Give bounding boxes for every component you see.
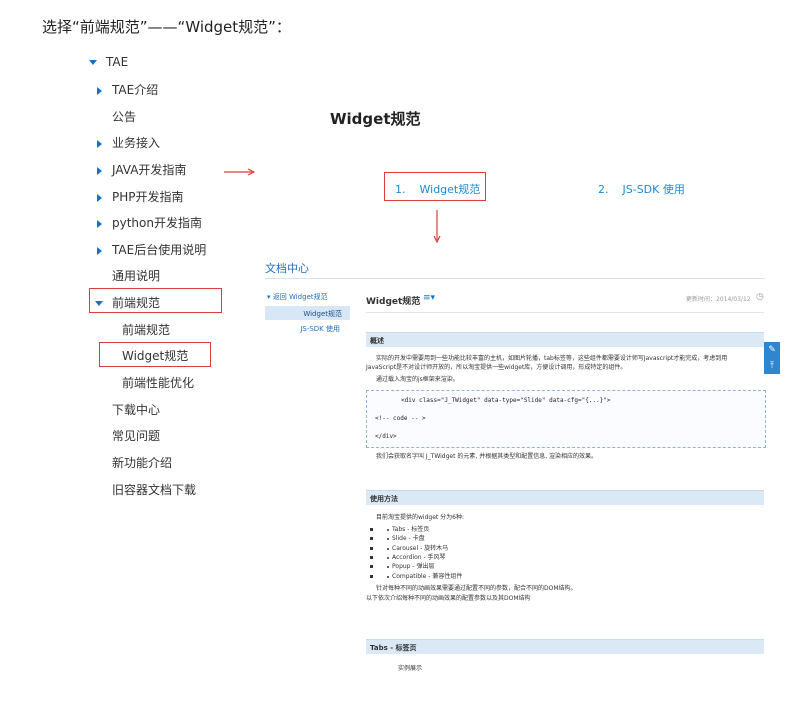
updated-time: 更新时间：2014/03/12 <box>686 296 751 303</box>
overview-text-2: JavaScript是不对设计师开放的，所以淘宝提供一些widget库，方便设计… <box>366 364 627 371</box>
tree-item-java[interactable]: JAVA开发指南 <box>97 161 186 178</box>
usage-after-2: 以下依次介绍每种不同的动画效果的配置参数以及其DOM结构 <box>366 595 531 602</box>
tree-item-python[interactable]: python开发指南 <box>97 214 202 231</box>
caret-right-icon <box>97 219 102 228</box>
tree-item-general[interactable]: 通用说明 <box>112 267 160 284</box>
tree-item-download[interactable]: 下载中心 <box>112 401 160 418</box>
tree-subitem-frontend-spec[interactable]: 前端规范 <box>122 321 170 338</box>
doc-title: Widget规范 <box>366 297 421 307</box>
tree-item-tae-intro[interactable]: TAE介绍 <box>97 81 158 98</box>
tree-item-new-features[interactable]: 新功能介绍 <box>112 454 172 471</box>
list-item: Accordion - 手风琴 <box>370 552 446 561</box>
list-item: Tabs - 标签页 <box>370 524 429 533</box>
tree-item-tae-backend[interactable]: TAE后台使用说明 <box>97 241 206 258</box>
tabs-demo-text: 实例展示 <box>398 665 423 672</box>
usage-after-1: 针对每种不同的动画效果需要通过配置不同的参数，配合不同的DOM结构。 <box>376 585 577 592</box>
section-usage: 使用方法 <box>366 490 764 505</box>
floating-toolbar: ✎ ⤒ <box>764 342 780 374</box>
edit-icon[interactable]: ✎ <box>764 342 780 358</box>
tree-root-tae[interactable]: TAE <box>89 55 128 69</box>
caret-right-icon <box>97 86 102 95</box>
divider <box>366 312 764 313</box>
tree-item-business[interactable]: 业务接入 <box>97 134 160 151</box>
code-line-1: <div class="J_TWidget" data-type="Slide"… <box>401 397 611 404</box>
clock-icon: ◷ <box>756 292 764 302</box>
caret-right-icon <box>97 193 102 202</box>
caret-right-icon <box>97 139 102 148</box>
doc-center-link[interactable]: 文档中心 <box>265 260 309 276</box>
divider <box>265 278 765 279</box>
tab-js-sdk[interactable]: 2. JS-SDK 使用 <box>598 181 685 197</box>
usage-intro: 目前淘宝提供的widget 分为6种: <box>376 514 464 521</box>
tree-item-php[interactable]: PHP开发指南 <box>97 188 184 205</box>
section-tabs: Tabs - 标签页 <box>366 639 764 654</box>
widget-spec-title: Widget规范 <box>330 110 421 128</box>
sidebar-item-widget-active[interactable]: Widget规范 <box>265 306 350 320</box>
list-item: Slide - 卡盘 <box>370 533 425 542</box>
tree-item-frontend-spec[interactable]: 前端规范 <box>95 294 160 311</box>
arrow-right-icon <box>224 168 256 176</box>
list-item: Compatible - 兼容性组件 <box>370 571 462 580</box>
tree-subitem-widget-spec[interactable]: Widget规范 <box>122 347 188 364</box>
caret-down-icon <box>89 60 97 65</box>
after-code-text: 我们会获取名字叫 J_TWidget 的元素, 并根据其类型和配置信息, 渲染相… <box>376 453 598 460</box>
tree-item-old-docs[interactable]: 旧容器文档下载 <box>112 481 196 498</box>
code-line-3: </div> <box>375 433 397 440</box>
list-item: Popup - 弹出层 <box>370 561 434 570</box>
back-link[interactable]: ▾ 返回 Widget规范 <box>267 292 328 302</box>
arrow-down-icon <box>433 210 441 244</box>
caret-down-icon <box>95 301 103 306</box>
list-item: Carousel - 旋转木马 <box>370 543 448 552</box>
tree-item-faq[interactable]: 常见问题 <box>112 427 160 444</box>
menu-icon[interactable]: ≡▾ <box>423 293 435 303</box>
tab-widget-spec[interactable]: 1. Widget规范 <box>395 181 480 197</box>
overview-text-3: 通过载入淘宝的js框架来渲染。 <box>376 376 459 383</box>
tree-subitem-frontend-perf[interactable]: 前端性能优化 <box>122 374 194 391</box>
code-block: <div class="J_TWidget" data-type="Slide"… <box>366 390 766 448</box>
overview-text-1: 实际的开发中需要用到一些功能比较丰富的主机，如图片轮播，tab标签等，这些组件都… <box>376 355 728 362</box>
page-heading: 选择“前端规范”——“Widget规范”： <box>42 18 291 36</box>
section-overview: 概述 <box>366 332 764 347</box>
code-line-2: <!-- code -- > <box>375 415 426 422</box>
sidebar-item-js-sdk[interactable]: JS-SDK 使用 <box>265 324 340 334</box>
back-to-top-icon[interactable]: ⤒ <box>764 358 780 374</box>
caret-right-icon <box>97 246 102 255</box>
tree-item-notice[interactable]: 公告 <box>112 108 136 125</box>
caret-right-icon <box>97 166 102 175</box>
